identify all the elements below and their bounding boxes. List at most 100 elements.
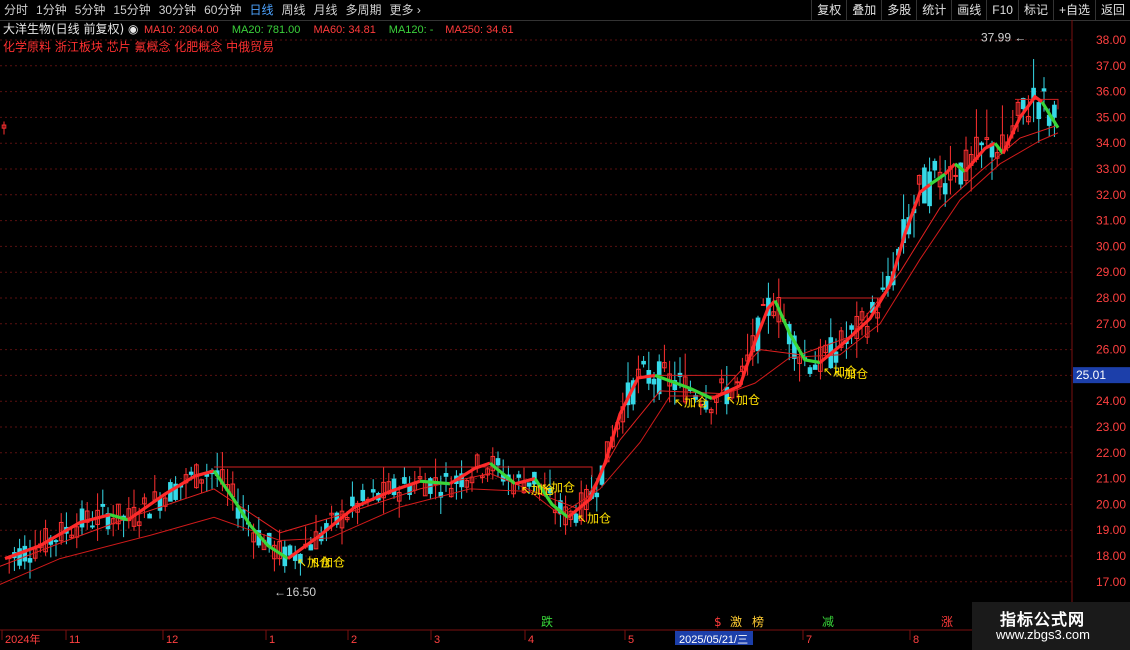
signal-label: ↖加仓 (577, 511, 611, 525)
candle-body (594, 492, 600, 498)
resistance-line (780, 297, 881, 308)
ma-legend: MA20: 781.00 (232, 24, 301, 36)
trend-line (929, 172, 946, 186)
y-tick-label: 33.00 (1096, 162, 1126, 176)
candle-body (927, 171, 932, 207)
ma-legend: MA10: 2064.00 (144, 24, 219, 36)
x-tick-label: 8 (913, 634, 919, 646)
candle-body (953, 174, 958, 177)
candle-body (849, 325, 854, 330)
candle-body (1052, 104, 1057, 118)
x-tick-label: 4 (528, 634, 534, 646)
x-tick-label: 12 (166, 634, 178, 646)
current-price-label: 25.01 (1076, 368, 1106, 382)
y-tick-label: 26.00 (1096, 343, 1126, 357)
candle-body (360, 489, 366, 501)
x-tick-label: 2025/05/21/三 (679, 634, 748, 646)
y-tick-label: 23.00 (1096, 420, 1126, 434)
candle-body (880, 287, 886, 290)
concept-tags: 化学原料 浙江板块 芯片 氟概念 化肥概念 中俄贸易 (3, 39, 274, 54)
candle-body (942, 183, 948, 195)
y-tick-label: 35.00 (1096, 110, 1126, 124)
candle-body (734, 381, 740, 384)
x-tick-label: 5 (628, 634, 634, 646)
kline-chart[interactable]: 38.00 37.00 36.00 35.00 34.00 33.00 32.00 31.00… (0, 0, 1130, 650)
candle-body (27, 558, 33, 563)
y-tick-label: 19.00 (1096, 523, 1126, 537)
watermark-logo: 指标公式网 www.zbgs3.com (972, 602, 1130, 650)
candle-body (651, 378, 657, 385)
y-tick-label: 29.00 (1096, 265, 1126, 279)
y-tick-label: 18.00 (1096, 549, 1126, 563)
candle-body (516, 474, 522, 478)
candle-body (760, 303, 766, 306)
candle-body (833, 351, 839, 363)
stock-title: 大洋生物(日线 前复权) ◉ (3, 21, 138, 36)
signal-label: ↖加仓 (311, 555, 345, 569)
trend-line (212, 469, 289, 560)
bottom-mark: $ (714, 615, 722, 629)
candle-body (287, 545, 293, 556)
signal-label: ↖加仓 (674, 395, 708, 409)
y-tick-label: 17.00 (1096, 575, 1126, 589)
trend-line (818, 183, 931, 364)
bottom-mark: 减 (822, 615, 834, 629)
max-price-label: 37.99 ← (981, 30, 1026, 44)
trend-line (993, 142, 1005, 155)
y-tick-label: 20.00 (1096, 497, 1126, 511)
candle-body (22, 545, 28, 562)
bottom-mark: 激 (730, 615, 742, 629)
y-tick-label: 24.00 (1096, 394, 1126, 408)
candle-body (807, 367, 813, 374)
min-price-label: ←16.50 (274, 585, 316, 599)
trend-line (773, 299, 821, 365)
ma-legend: MA250: 34.61 (445, 24, 514, 36)
x-tick-label: 1 (269, 634, 275, 646)
y-tick-label: 38.00 (1096, 33, 1126, 47)
y-tick-label: 37.00 (1096, 59, 1126, 73)
ma-legend: MA60: 34.81 (314, 24, 376, 36)
candle-body (922, 167, 927, 204)
candle-body (1041, 88, 1047, 92)
candle-body (188, 471, 194, 475)
signal-label: ↖加仓 (726, 393, 760, 407)
bottom-mark: 涨 (941, 614, 953, 629)
candle-body (979, 142, 984, 146)
candle-body (100, 503, 106, 507)
bottom-mark: 榜 (752, 614, 764, 629)
candle-body (350, 496, 355, 507)
x-tick-label: 2024年 (5, 632, 40, 646)
y-tick-label: 30.00 (1096, 239, 1126, 253)
bottom-mark: 跌 (541, 614, 553, 629)
ma-legend: MA120: - (389, 24, 434, 36)
candle-body (53, 540, 59, 543)
x-tick-label: 3 (434, 634, 440, 646)
ma-slow-line (0, 132, 1059, 585)
candle-body (443, 473, 449, 477)
candle-body (370, 489, 376, 493)
x-tick-label: 7 (806, 634, 812, 646)
candle-body (1020, 97, 1026, 110)
y-tick-label: 32.00 (1096, 188, 1126, 202)
candle-body (90, 525, 95, 528)
candle-body (147, 513, 152, 519)
y-tick-label: 36.00 (1096, 85, 1126, 99)
signal-label: ↖加仓 (834, 367, 868, 381)
x-tick-label: 2 (351, 634, 357, 646)
y-tick-label: 22.00 (1096, 446, 1126, 460)
x-tick-label: 11 (69, 634, 80, 646)
y-tick-label: 27.00 (1096, 317, 1126, 331)
candle-body (932, 160, 938, 171)
candle-body (495, 458, 501, 466)
y-tick-label: 34.00 (1096, 136, 1126, 150)
candle-body (641, 360, 646, 365)
signal-label: ↖加仓 (541, 481, 575, 495)
candle-body (1036, 102, 1042, 120)
candle-body (308, 544, 314, 551)
y-tick-label: 21.00 (1096, 472, 1126, 486)
y-tick-label: 28.00 (1096, 291, 1126, 305)
candle-body (79, 508, 85, 528)
candle-body (812, 364, 818, 370)
candle-body (402, 477, 407, 484)
y-tick-label: 31.00 (1096, 214, 1126, 228)
